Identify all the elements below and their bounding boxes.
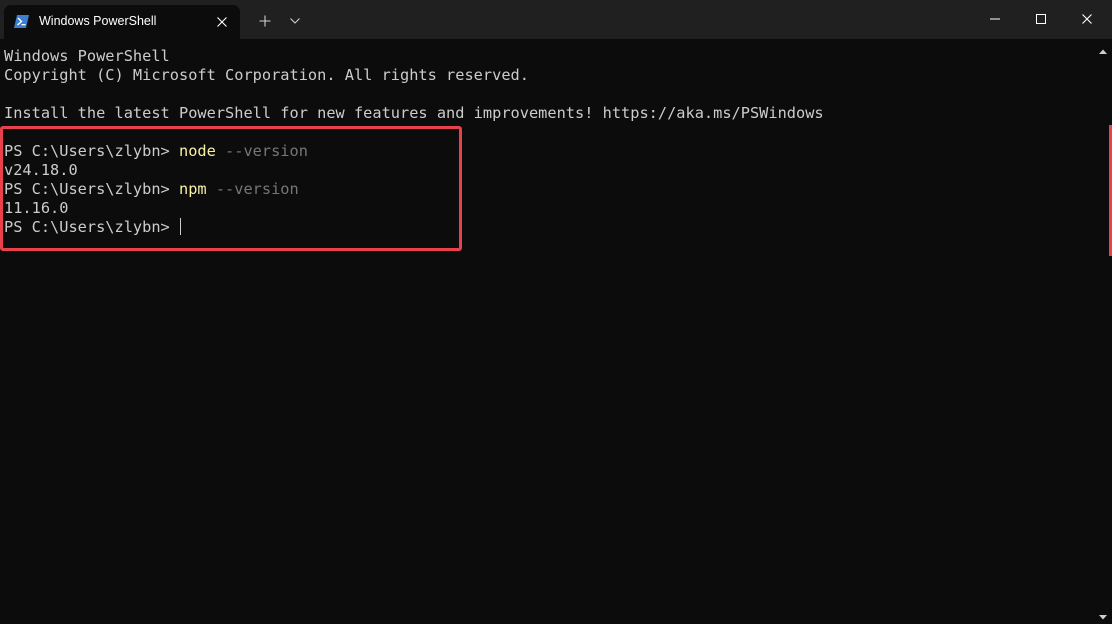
- close-window-button[interactable]: [1064, 0, 1110, 38]
- title-bar: Windows PowerShell: [0, 0, 1112, 39]
- banner-copyright: Copyright (C) Microsoft Corporation. All…: [4, 66, 529, 84]
- scroll-up-arrow-icon[interactable]: [1098, 44, 1108, 54]
- minimize-button[interactable]: [972, 0, 1018, 38]
- vertical-scrollbar[interactable]: [1094, 39, 1112, 624]
- plus-icon: [259, 15, 271, 27]
- banner-install-hint: Install the latest PowerShell for new fe…: [4, 104, 824, 122]
- maximize-button[interactable]: [1018, 0, 1064, 38]
- terminal-output[interactable]: Windows PowerShell Copyright (C) Microso…: [0, 39, 1094, 624]
- chevron-down-icon: [290, 18, 300, 24]
- close-tab-icon[interactable]: [212, 12, 232, 32]
- highlight-annotation-box: [0, 126, 462, 251]
- banner-title: Windows PowerShell: [4, 47, 170, 65]
- powershell-icon: [14, 15, 29, 28]
- tab-title: Windows PowerShell: [39, 14, 157, 28]
- scroll-down-arrow-icon[interactable]: [1098, 609, 1108, 620]
- maximize-icon: [1036, 14, 1046, 24]
- terminal-window: Windows PowerShell Windows PowerShell Co…: [0, 0, 1112, 624]
- close-icon: [1082, 14, 1092, 24]
- new-tab-button[interactable]: [253, 9, 277, 33]
- minimize-icon: [990, 18, 1000, 20]
- tab-windows-powershell[interactable]: Windows PowerShell: [4, 5, 240, 39]
- tab-dropdown-button[interactable]: [284, 9, 306, 33]
